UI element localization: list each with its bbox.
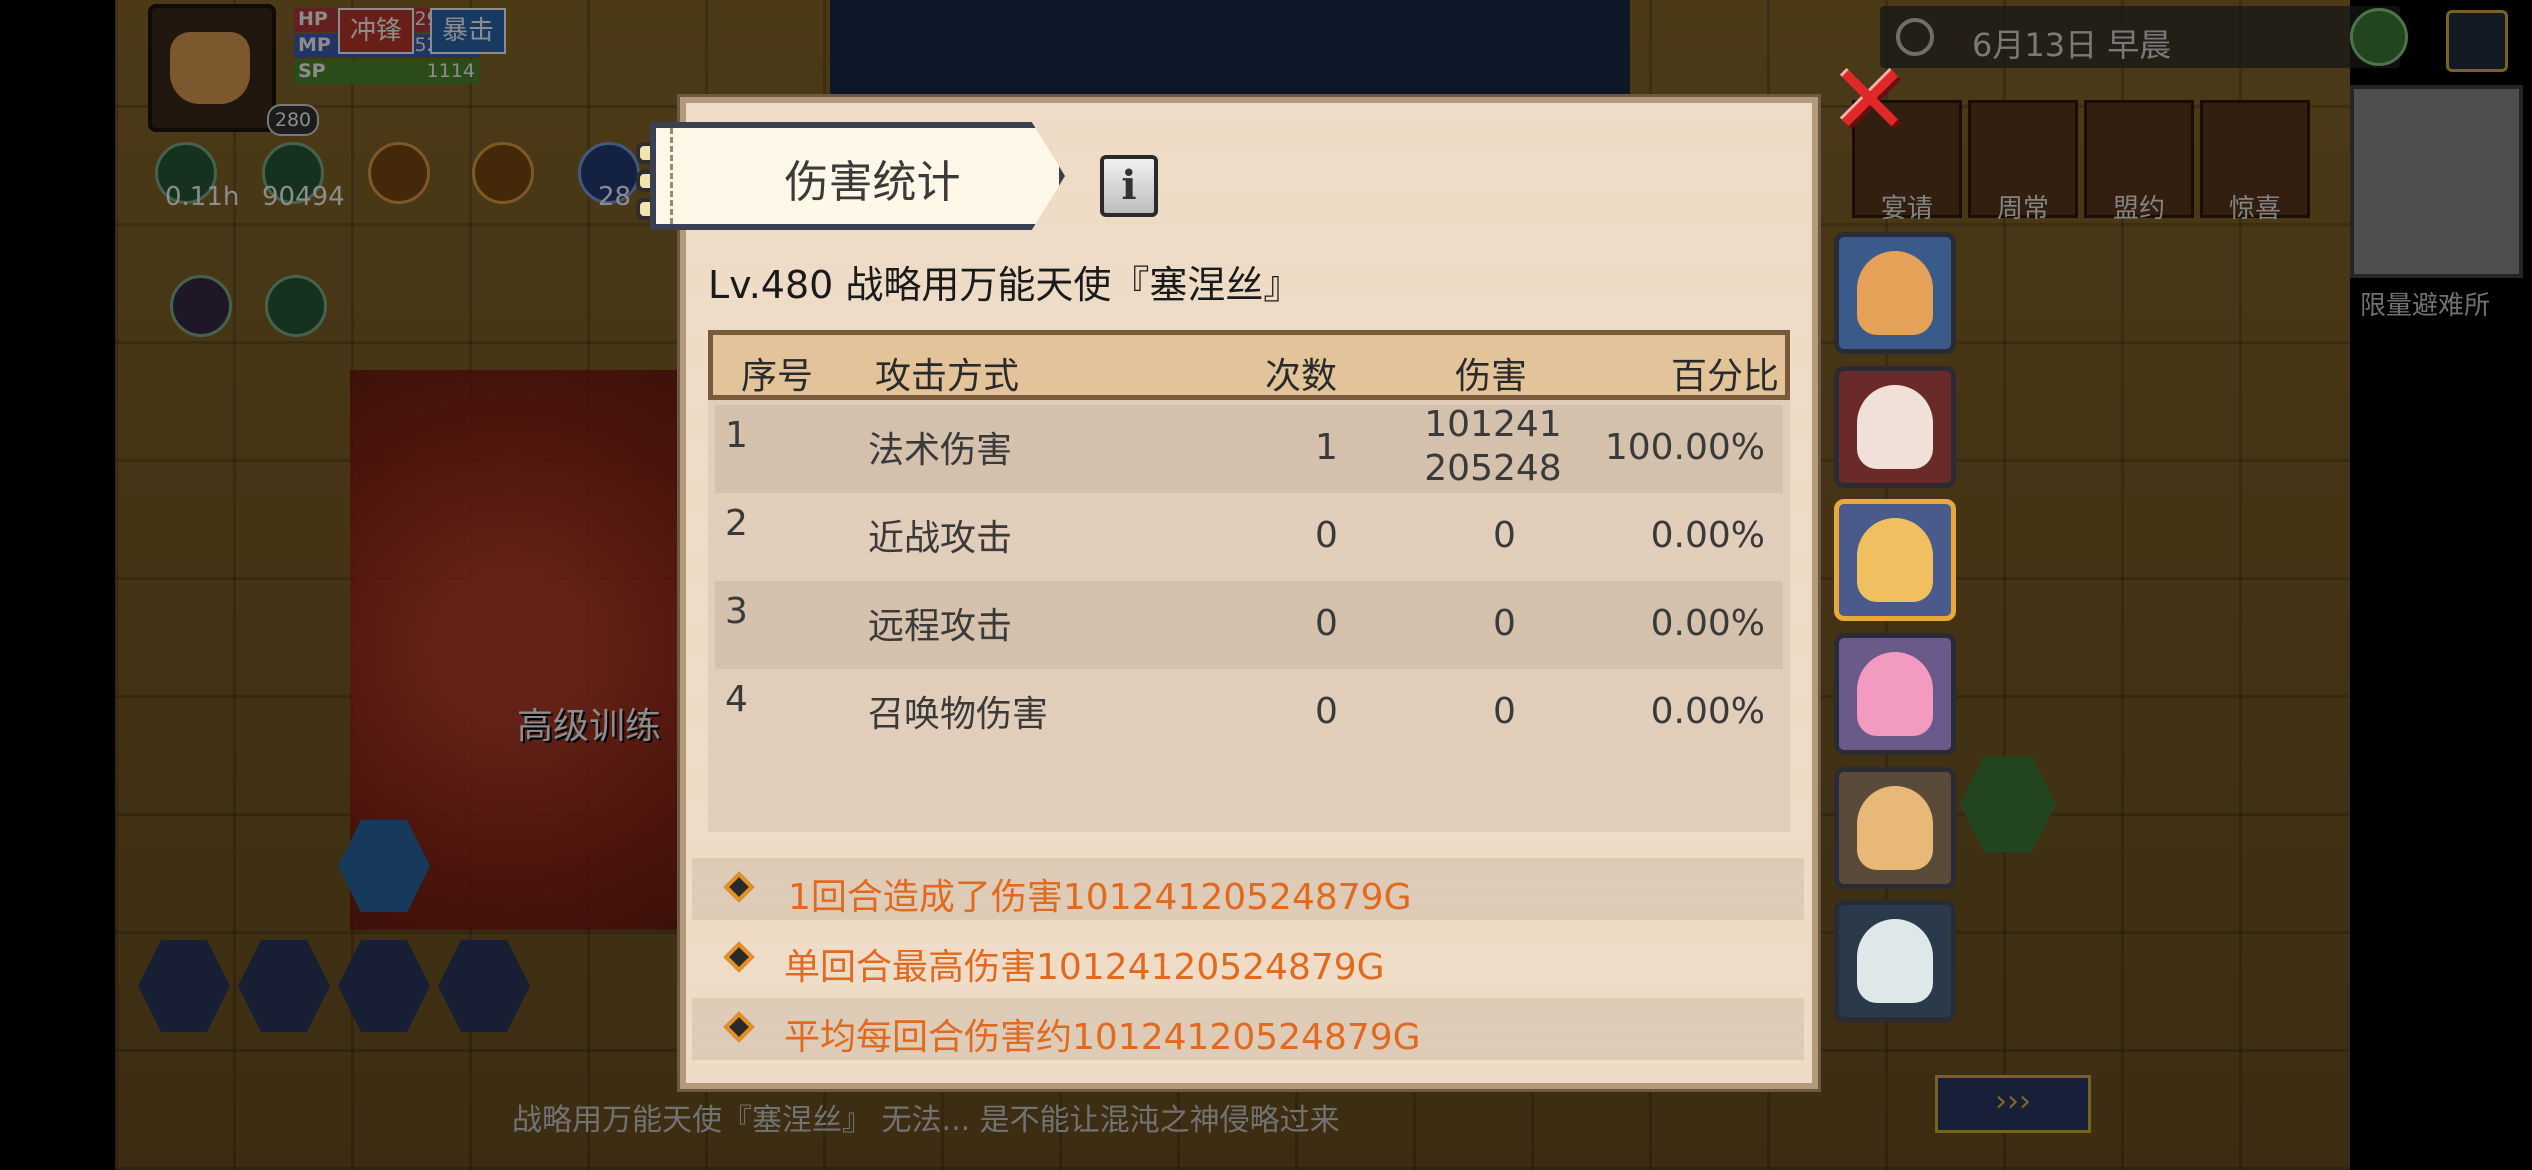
hero-portrait-6[interactable]: [1834, 900, 1956, 1022]
hero-portrait-5[interactable]: [1834, 767, 1956, 889]
column-header-index: 序号: [741, 356, 814, 397]
row-attack-type: 近战攻击: [868, 518, 1013, 559]
row-percent: 100.00%: [1604, 427, 1765, 468]
antler-spirit-icon: [1857, 919, 1933, 1003]
row-percent: 0.00%: [1650, 691, 1765, 732]
table-row: 4 召唤物伤害 0 0 0.00%: [715, 669, 1783, 757]
row-index: 4: [725, 679, 748, 720]
row-attack-type: 召唤物伤害: [868, 694, 1049, 735]
table-row: 3 远程攻击 0 0 0.00%: [715, 581, 1783, 669]
hero-face-icon: [1857, 652, 1933, 736]
row-count: 0: [1315, 603, 1338, 644]
hero-face-icon: [1857, 518, 1933, 602]
table-row: 2 近战攻击 0 0 0.00%: [715, 493, 1783, 581]
row-count: 1: [1315, 427, 1338, 468]
diamond-bullet-icon: [723, 941, 755, 973]
row-percent: 0.00%: [1650, 515, 1765, 556]
column-header-count: 次数: [1265, 356, 1338, 397]
row-count: 0: [1315, 515, 1338, 556]
row-index: 1: [725, 415, 748, 456]
summary-row: 平均每回合伤害约10124120524879G: [692, 998, 1804, 1060]
row-percent: 0.00%: [1650, 603, 1765, 644]
summary-max-damage: 单回合最高伤害10124120524879G: [784, 947, 1385, 988]
row-count: 0: [1315, 691, 1338, 732]
summary-total-damage: 1回合造成了伤害10124120524879G: [788, 877, 1412, 918]
table-header: 序号 攻击方式 次数 伤害 百分比: [708, 330, 1790, 400]
hero-portrait-selected[interactable]: [1834, 499, 1956, 621]
hero-portrait-corgi[interactable]: [1834, 232, 1956, 354]
hero-face-icon: [1857, 385, 1933, 469]
column-header-attack-type: 攻击方式: [875, 356, 1020, 397]
info-icon[interactable]: i: [1100, 155, 1158, 217]
summary-row: 1回合造成了伤害10124120524879G: [692, 858, 1804, 920]
row-damage: 0: [1493, 515, 1516, 556]
column-header-percent: 百分比: [1671, 356, 1780, 397]
row-attack-type: 远程攻击: [868, 606, 1013, 647]
column-header-damage: 伤害: [1455, 356, 1528, 397]
summary-row: 单回合最高伤害10124120524879G: [692, 928, 1804, 990]
row-index: 2: [725, 503, 748, 544]
title-tab-stitch: [670, 128, 681, 224]
diamond-bullet-icon: [723, 1011, 755, 1043]
hero-portrait-2[interactable]: [1834, 366, 1956, 488]
summary-average-damage: 平均每回合伤害约10124120524879G: [784, 1017, 1421, 1058]
row-damage: 0: [1493, 691, 1516, 732]
diamond-bullet-icon: [723, 871, 755, 903]
row-damage: 10124120524879G: [1424, 404, 1562, 485]
table-row: 1 法术伤害 1 10124120524879G 100.00%: [715, 404, 1783, 493]
close-icon[interactable]: ✕: [1828, 52, 1912, 148]
corgi-icon: [1857, 251, 1933, 335]
character-name: Lv.480 战略用万能天使『塞涅丝』: [708, 263, 1302, 307]
row-damage: 0: [1493, 603, 1516, 644]
hero-portrait-4[interactable]: [1834, 633, 1956, 755]
hero-face-icon: [1857, 786, 1933, 870]
row-index: 3: [725, 591, 748, 632]
row-attack-type: 法术伤害: [868, 430, 1013, 471]
panel-title: 伤害统计: [784, 157, 961, 208]
